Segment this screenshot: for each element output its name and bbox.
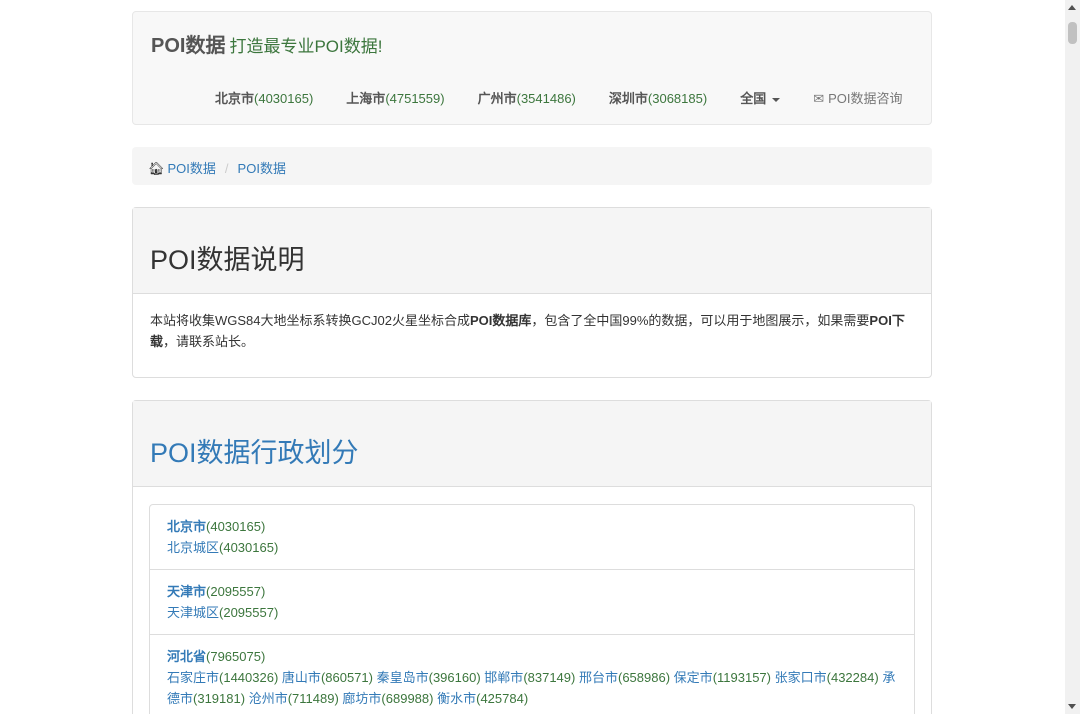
city-link[interactable]: 衡水市(425784): [437, 691, 528, 706]
city-link[interactable]: 天津城区(2095557): [167, 605, 278, 620]
chevron-down-icon: [772, 97, 781, 102]
nav-item-consult[interactable]: ✉ POI数据咨询: [813, 88, 902, 107]
breadcrumb-current-link[interactable]: POI数据: [238, 161, 286, 176]
intro-panel: POI数据说明 本站将收集WGS84大地坐标系转换GCJ02火星坐标合成POI数…: [132, 207, 932, 378]
division-panel: POI数据行政划分 北京市(4030165) 北京城区(4030165) 天津市…: [132, 400, 932, 714]
brand-name[interactable]: POI数据: [151, 35, 225, 57]
nav-item-beijing[interactable]: 北京市(4030165): [215, 88, 313, 107]
intro-panel-heading: POI数据说明: [133, 208, 931, 294]
nav-item-shenzhen[interactable]: 深圳市(3068185): [609, 88, 707, 107]
city-link[interactable]: 唐山市(860571): [282, 670, 373, 685]
intro-title: POI数据说明: [150, 245, 305, 275]
province-link[interactable]: 河北省: [167, 649, 206, 664]
nav-menu: 北京市(4030165) 上海市(4751559) 广州市(3541486) 深…: [215, 88, 936, 107]
city-link[interactable]: 张家口市(432284): [775, 670, 879, 685]
intro-bold-db: POI数据库: [469, 313, 532, 328]
city-link[interactable]: 秦皇岛市(396160): [377, 670, 481, 685]
city-link[interactable]: 邢台市(658986): [579, 670, 670, 685]
list-item: 天津市(2095557) 天津城区(2095557): [150, 570, 914, 635]
scroll-down-arrow-icon[interactable]: [1068, 704, 1076, 709]
nav-item-guangzhou[interactable]: 广州市(3541486): [478, 88, 576, 107]
brand[interactable]: POI数据 打造最专业POI数据!: [151, 29, 382, 58]
brand-tagline: 打造最专业POI数据!: [229, 37, 383, 56]
scrollbar-thumb[interactable]: [1068, 22, 1077, 44]
province-link[interactable]: 天津市: [167, 584, 206, 599]
city-link[interactable]: 北京城区(4030165): [167, 540, 278, 555]
breadcrumb-separator: /: [224, 161, 229, 176]
breadcrumb: 🏠︎ POI数据 / POI数据: [132, 147, 932, 185]
list-item: 河北省(7965075) 石家庄市(1440326) 唐山市(860571) 秦…: [167, 649, 896, 706]
breadcrumb-home-link[interactable]: POI数据: [168, 161, 216, 176]
intro-text: 本站将收集WGS84大地坐标系转换GCJ02火星坐标合成POI数据库，包含了全中…: [150, 313, 905, 349]
navbar: POI数据 打造最专业POI数据! 北京市(4030165) 上海市(475155…: [132, 11, 932, 125]
division-panel-heading: POI数据行政划分: [133, 401, 931, 487]
city-link[interactable]: 廊坊市(689988): [342, 691, 433, 706]
nav-dropdown-national[interactable]: 全国: [740, 88, 781, 107]
city-link[interactable]: 保定市(1193157): [674, 670, 771, 685]
home-icon: 🏠︎: [148, 161, 165, 176]
vertical-scrollbar[interactable]: [1065, 0, 1080, 714]
scroll-up-arrow-icon[interactable]: [1068, 5, 1076, 10]
city-link[interactable]: 石家庄市(1440326): [167, 670, 278, 685]
province-link[interactable]: 北京市: [167, 519, 206, 534]
province-list: 北京市(4030165) 北京城区(4030165) 天津市(2095557) …: [149, 504, 915, 714]
city-link[interactable]: 邯郸市(837149): [484, 670, 575, 685]
envelope-icon: ✉: [813, 91, 825, 106]
division-title: POI数据行政划分: [150, 438, 359, 468]
list-item: 北京市(4030165) 北京城区(4030165): [150, 505, 914, 570]
city-link[interactable]: 沧州市(711489): [249, 691, 339, 706]
nav-item-shanghai[interactable]: 上海市(4751559): [346, 88, 444, 107]
